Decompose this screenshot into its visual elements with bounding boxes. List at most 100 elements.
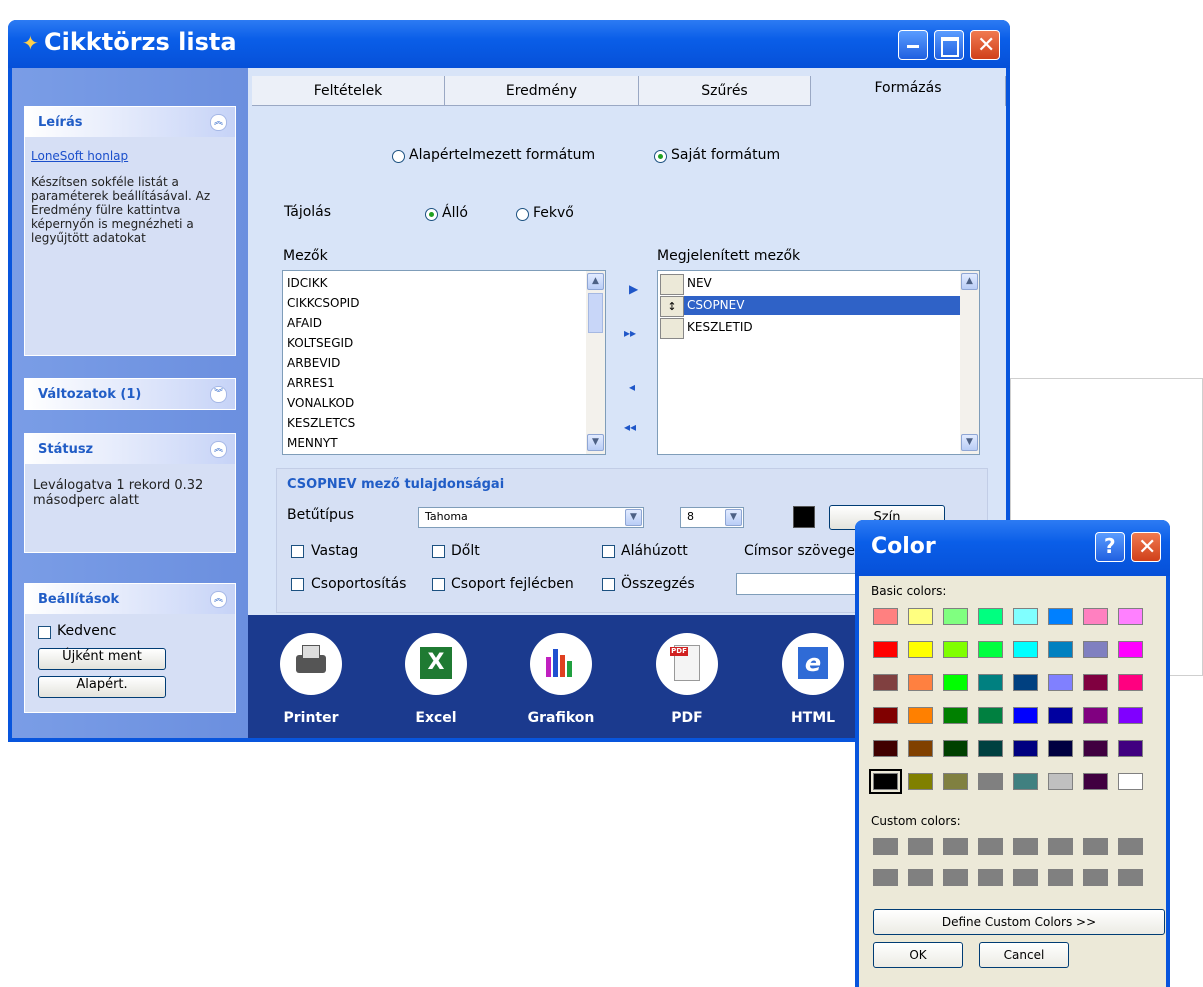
- color-swatch[interactable]: [1083, 674, 1108, 691]
- field-item[interactable]: ARRES1: [283, 373, 605, 393]
- grouping-checkbox[interactable]: [291, 578, 304, 591]
- color-swatch[interactable]: [1013, 608, 1038, 625]
- color-swatch[interactable]: [1118, 707, 1143, 724]
- landscape-radio[interactable]: [516, 208, 529, 221]
- color-swatch[interactable]: [1118, 674, 1143, 691]
- status-panel-header[interactable]: Státusz ︽: [25, 434, 235, 464]
- color-swatch[interactable]: [873, 707, 898, 724]
- color-swatch[interactable]: [1013, 641, 1038, 658]
- description-panel-header[interactable]: Leírás ︽: [25, 107, 235, 137]
- collapse-chevron-icon[interactable]: ︽: [210, 441, 227, 458]
- field-item[interactable]: ARBEVID: [283, 353, 605, 373]
- custom-color-swatch[interactable]: [873, 869, 898, 886]
- color-swatch[interactable]: [873, 641, 898, 658]
- define-custom-colors-button[interactable]: Define Custom Colors >>: [873, 909, 1165, 935]
- color-swatch[interactable]: [1013, 740, 1038, 757]
- color-swatch[interactable]: [1013, 773, 1038, 790]
- color-swatch[interactable]: [978, 608, 1003, 625]
- scroll-down-icon[interactable]: ▼: [961, 434, 978, 451]
- custom-color-swatch[interactable]: [1048, 869, 1073, 886]
- help-button[interactable]: ?: [1095, 532, 1125, 562]
- custom-color-swatch[interactable]: [908, 838, 933, 855]
- color-swatch[interactable]: [1118, 740, 1143, 757]
- title-bar[interactable]: ✦ Cikktörzs lista ✕: [8, 20, 1010, 68]
- ok-button[interactable]: OK: [873, 942, 963, 968]
- color-swatch[interactable]: [1083, 707, 1108, 724]
- move-all-right-icon[interactable]: ▸▸: [624, 326, 636, 340]
- bold-checkbox[interactable]: [291, 545, 304, 558]
- collapse-chevron-icon[interactable]: ︽: [210, 591, 227, 608]
- color-dialog-title-bar[interactable]: Color ? ✕: [855, 520, 1170, 576]
- color-swatch[interactable]: [908, 674, 933, 691]
- custom-color-swatch[interactable]: [943, 838, 968, 855]
- reset-default-button[interactable]: Alapért.: [38, 676, 166, 698]
- font-combo[interactable]: Tahoma ▼: [418, 507, 644, 528]
- shown-field-item[interactable]: KESZLETID: [658, 317, 960, 339]
- color-swatch[interactable]: [873, 740, 898, 757]
- color-swatch[interactable]: [1048, 608, 1073, 625]
- save-as-new-button[interactable]: Újként ment: [38, 648, 166, 670]
- color-swatch[interactable]: [873, 674, 898, 691]
- custom-color-swatch[interactable]: [1118, 838, 1143, 855]
- color-swatch[interactable]: [943, 773, 968, 790]
- field-item[interactable]: MENNYT: [283, 433, 605, 453]
- minimize-button[interactable]: [898, 30, 928, 60]
- collapse-chevron-icon[interactable]: ︽: [210, 114, 227, 131]
- lonesoft-homepage-link[interactable]: LoneSoft honlap: [31, 149, 227, 163]
- field-item[interactable]: IDCIKK: [283, 273, 605, 293]
- color-swatch[interactable]: [1083, 608, 1108, 625]
- field-item[interactable]: KOLTSEGID: [283, 333, 605, 353]
- color-swatch[interactable]: [1118, 773, 1143, 790]
- custom-color-swatch[interactable]: [1083, 869, 1108, 886]
- portrait-radio[interactable]: [425, 208, 438, 221]
- color-swatch[interactable]: [943, 608, 968, 625]
- drag-handle-icon[interactable]: ↕: [660, 296, 684, 317]
- shown-fields-listbox[interactable]: NEV ↕ CSOPNEV KESZLETID ▲ ▼: [657, 270, 980, 455]
- color-swatch[interactable]: [1048, 740, 1073, 757]
- own-format-radio[interactable]: [654, 150, 667, 163]
- custom-color-swatch[interactable]: [1048, 838, 1073, 855]
- variants-panel-header[interactable]: Változatok (1) ︾: [25, 379, 235, 409]
- tab-formatting[interactable]: Formázás: [811, 76, 1006, 106]
- color-swatch[interactable]: [1048, 707, 1073, 724]
- field-order-box[interactable]: [660, 274, 684, 295]
- pdf-icon[interactable]: PDF: [656, 633, 718, 695]
- tab-filter[interactable]: Szűrés: [639, 76, 811, 106]
- maximize-button[interactable]: [934, 30, 964, 60]
- color-swatch[interactable]: [978, 707, 1003, 724]
- color-swatch[interactable]: [869, 769, 902, 794]
- color-swatch[interactable]: [1048, 641, 1073, 658]
- favorite-checkbox[interactable]: [38, 626, 51, 639]
- color-swatch[interactable]: [908, 608, 933, 625]
- custom-color-swatch[interactable]: [873, 838, 898, 855]
- default-format-radio[interactable]: [392, 150, 405, 163]
- color-swatch[interactable]: [978, 674, 1003, 691]
- color-swatch[interactable]: [943, 641, 968, 658]
- color-swatch[interactable]: [1083, 773, 1108, 790]
- color-swatch[interactable]: [943, 707, 968, 724]
- tab-conditions[interactable]: Feltételek: [252, 76, 445, 106]
- move-all-left-icon[interactable]: ◂◂: [624, 420, 636, 434]
- field-item[interactable]: AFAID: [283, 313, 605, 333]
- printer-icon[interactable]: [280, 633, 342, 695]
- font-size-combo[interactable]: 8 ▼: [680, 507, 744, 528]
- scroll-thumb[interactable]: [588, 293, 603, 333]
- dropdown-arrow-icon[interactable]: ▼: [725, 509, 742, 526]
- tab-result[interactable]: Eredmény: [445, 76, 639, 106]
- color-swatch[interactable]: [1118, 608, 1143, 625]
- move-left-icon[interactable]: ◂: [629, 380, 635, 394]
- chart-icon[interactable]: [530, 633, 592, 695]
- underline-checkbox[interactable]: [602, 545, 615, 558]
- custom-color-swatch[interactable]: [943, 869, 968, 886]
- field-item[interactable]: VONALKOD: [283, 393, 605, 413]
- custom-color-swatch[interactable]: [978, 869, 1003, 886]
- custom-color-swatch[interactable]: [908, 869, 933, 886]
- custom-color-swatch[interactable]: [1013, 869, 1038, 886]
- close-button[interactable]: ✕: [1131, 532, 1161, 562]
- color-swatch[interactable]: [908, 707, 933, 724]
- fields-listbox[interactable]: IDCIKK CIKKCSOPID AFAID KOLTSEGID ARBEVID ARR…: [282, 270, 606, 455]
- shown-field-item[interactable]: NEV: [658, 273, 960, 295]
- excel-icon[interactable]: X: [405, 633, 467, 695]
- dropdown-arrow-icon[interactable]: ▼: [625, 509, 642, 526]
- cancel-button[interactable]: Cancel: [979, 942, 1069, 968]
